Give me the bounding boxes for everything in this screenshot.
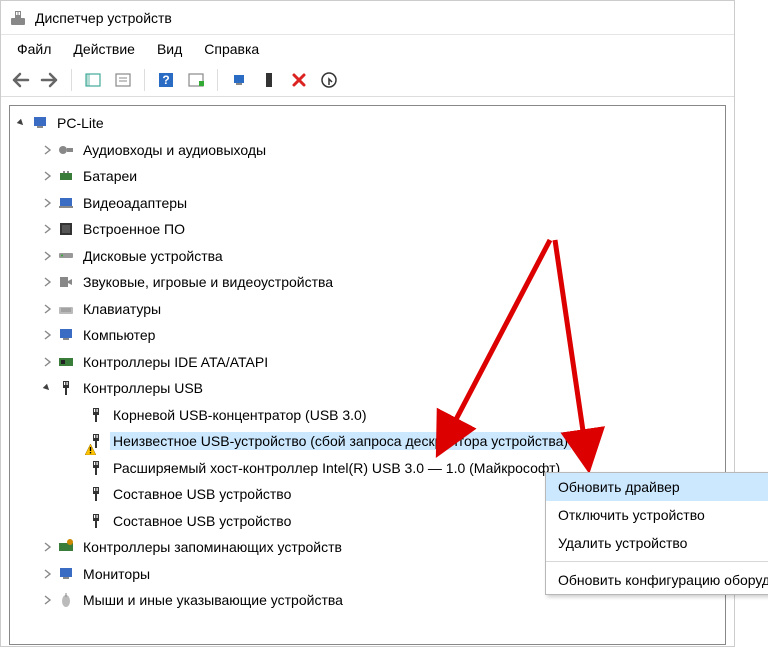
expander-icon[interactable]	[40, 381, 54, 395]
window-title: Диспетчер устройств	[35, 10, 172, 26]
tree-item-label: Компьютер	[80, 326, 158, 344]
expander-icon[interactable]	[40, 143, 54, 157]
tree-item-label: Батареи	[80, 167, 140, 185]
tree-device[interactable]: Неизвестное USB-устройство (сбой запроса…	[10, 428, 725, 455]
expander-icon[interactable]	[40, 328, 54, 342]
context-uninstall-device[interactable]: Удалить устройство	[546, 529, 768, 557]
forward-button[interactable]	[37, 67, 63, 93]
tree-item-label: Составное USB устройство	[110, 512, 294, 530]
context-separator	[546, 561, 768, 562]
tree-category[interactable]: Встроенное ПО	[10, 216, 725, 243]
category-icon	[57, 247, 75, 265]
tree-item-label: Мониторы	[80, 565, 153, 583]
toolbar-separator	[144, 69, 145, 91]
tree-category[interactable]: Батареи	[10, 163, 725, 190]
category-icon	[57, 591, 75, 609]
tree-item-label: PC-Lite	[54, 114, 107, 132]
tree-category[interactable]: Видеоадаптеры	[10, 190, 725, 217]
expander-icon[interactable]	[70, 461, 84, 475]
expander-icon[interactable]	[70, 514, 84, 528]
menu-view[interactable]: Вид	[147, 37, 192, 61]
tree-root[interactable]: PC-Lite	[10, 110, 725, 137]
usb-icon	[87, 406, 105, 424]
category-icon	[57, 326, 75, 344]
context-menu: Обновить драйвер Отключить устройство Уд…	[545, 472, 768, 595]
expander-icon[interactable]	[70, 487, 84, 501]
expander-icon[interactable]	[70, 408, 84, 422]
category-icon	[57, 141, 75, 159]
titlebar: Диспетчер устройств	[1, 1, 734, 35]
tree-category[interactable]: Аудиовходы и аудиовыходы	[10, 137, 725, 164]
tree-category[interactable]: Компьютер	[10, 322, 725, 349]
show-hide-console-button[interactable]	[80, 67, 106, 93]
expander-icon[interactable]	[40, 275, 54, 289]
tree-item-label: Корневой USB-концентратор (USB 3.0)	[110, 406, 370, 424]
usb-icon	[87, 459, 105, 477]
tree-item-label: Клавиатуры	[80, 300, 164, 318]
expander-icon[interactable]	[70, 434, 84, 448]
category-icon	[57, 220, 75, 238]
tree-category[interactable]: Контроллеры USB	[10, 375, 725, 402]
tree-category[interactable]: Звуковые, игровые и видеоустройства	[10, 269, 725, 296]
properties-button[interactable]	[110, 67, 136, 93]
expander-icon[interactable]	[40, 249, 54, 263]
category-icon	[57, 194, 75, 212]
disable-device-button[interactable]	[316, 67, 342, 93]
uninstall-device-button[interactable]	[286, 67, 312, 93]
menubar: Файл Действие Вид Справка	[1, 35, 734, 63]
tree-item-label: Встроенное ПО	[80, 220, 188, 238]
tree-item-label: Контроллеры IDE ATA/ATAPI	[80, 353, 271, 371]
update-driver-button[interactable]	[226, 67, 252, 93]
category-icon	[57, 353, 75, 371]
tree-item-label: Составное USB устройство	[110, 485, 294, 503]
category-icon	[57, 167, 75, 185]
toolbar: ?	[1, 63, 734, 97]
category-icon	[57, 273, 75, 291]
tree-item-label: Расширяемый хост-контроллер Intel(R) USB…	[110, 459, 563, 477]
tree-item-label: Дисковые устройства	[80, 247, 226, 265]
computer-icon	[31, 114, 49, 132]
tree-item-label: Аудиовходы и аудиовыходы	[80, 141, 269, 159]
scan-hardware-button[interactable]	[183, 67, 209, 93]
tree-category[interactable]: Клавиатуры	[10, 296, 725, 323]
back-button[interactable]	[7, 67, 33, 93]
svg-text:?: ?	[162, 73, 169, 87]
tree-device[interactable]: Корневой USB-концентратор (USB 3.0)	[10, 402, 725, 429]
category-icon	[57, 300, 75, 318]
usb-icon	[87, 485, 105, 503]
help-button[interactable]: ?	[153, 67, 179, 93]
tree-item-label: Видеоадаптеры	[80, 194, 190, 212]
toolbar-separator	[71, 69, 72, 91]
menu-action[interactable]: Действие	[63, 37, 145, 61]
tree-item-label: Звуковые, игровые и видеоустройства	[80, 273, 336, 291]
category-icon	[57, 379, 75, 397]
expander-icon[interactable]	[40, 567, 54, 581]
usb-icon	[87, 512, 105, 530]
expander-icon[interactable]	[14, 116, 28, 130]
tree-item-label: Мыши и иные указывающие устройства	[80, 591, 346, 609]
enable-device-button[interactable]	[256, 67, 282, 93]
tree-category[interactable]: Контроллеры IDE ATA/ATAPI	[10, 349, 725, 376]
menu-file[interactable]: Файл	[7, 37, 61, 61]
warning-icon	[85, 442, 96, 453]
tree-item-label: Неизвестное USB-устройство (сбой запроса…	[110, 432, 571, 450]
context-scan-hardware[interactable]: Обновить конфигурацию оборудования	[546, 566, 768, 594]
category-icon	[57, 538, 75, 556]
expander-icon[interactable]	[40, 355, 54, 369]
toolbar-separator	[217, 69, 218, 91]
category-icon	[57, 565, 75, 583]
menu-help[interactable]: Справка	[194, 37, 269, 61]
expander-icon[interactable]	[40, 540, 54, 554]
context-update-driver[interactable]: Обновить драйвер	[546, 473, 768, 501]
tree-item-label: Контроллеры запоминающих устройств	[80, 538, 345, 556]
expander-icon[interactable]	[40, 593, 54, 607]
tree-category[interactable]: Дисковые устройства	[10, 243, 725, 270]
context-disable-device[interactable]: Отключить устройство	[546, 501, 768, 529]
device-manager-icon	[9, 9, 27, 27]
expander-icon[interactable]	[40, 302, 54, 316]
expander-icon[interactable]	[40, 196, 54, 210]
expander-icon[interactable]	[40, 169, 54, 183]
tree-item-label: Контроллеры USB	[80, 379, 206, 397]
expander-icon[interactable]	[40, 222, 54, 236]
